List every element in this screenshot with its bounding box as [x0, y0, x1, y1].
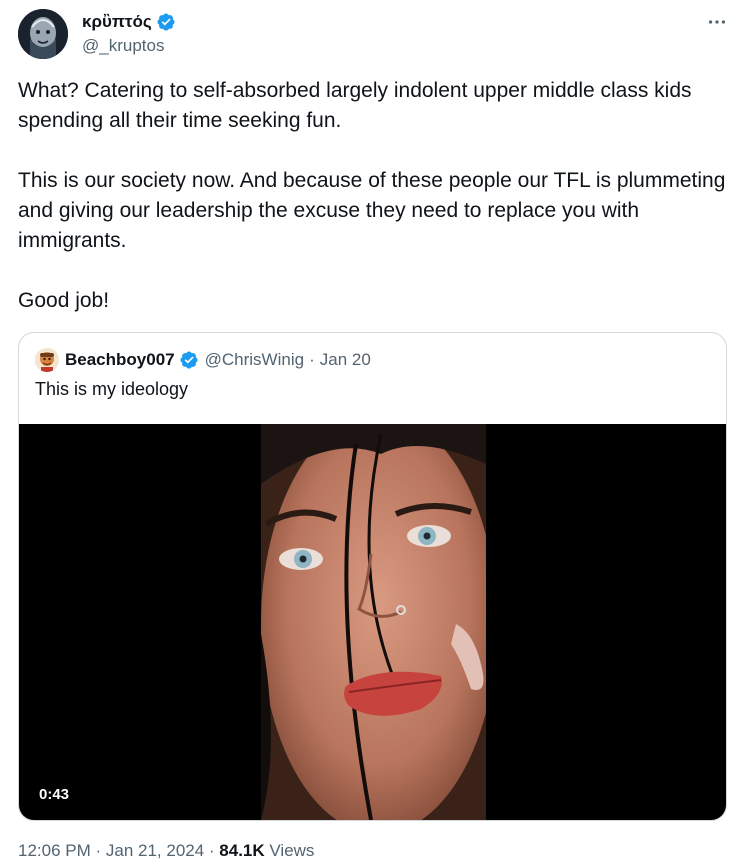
author-handle[interactable]: @_kruptos — [82, 36, 164, 56]
tweet-time[interactable]: 12:06 PM — [18, 841, 91, 860]
tweet-paragraph: This is our society now. And because of … — [18, 169, 726, 252]
more-options-button[interactable] — [705, 10, 729, 34]
tweet-date[interactable]: Jan 21, 2024 — [106, 841, 204, 860]
tweet-meta: 12:06 PM · Jan 21, 2024 · 84.1K Views — [18, 841, 314, 861]
quoted-tweet-card[interactable]: Beachboy007 @ChrisWinig · Jan 20 This is… — [18, 332, 727, 821]
author-display-name[interactable]: κρὒπτός — [82, 12, 152, 32]
quoted-author-handle[interactable]: @ChrisWinig — [205, 350, 304, 370]
video-duration-badge: 0:43 — [33, 784, 76, 805]
quoted-tweet-date[interactable]: Jan 20 — [320, 350, 371, 370]
quoted-author-display-name[interactable]: Beachboy007 — [65, 350, 175, 370]
more-dots-icon — [708, 20, 726, 24]
separator-dot: · — [90, 841, 106, 860]
quoted-tweet-header: Beachboy007 @ChrisWinig · Jan 20 — [35, 347, 371, 373]
tweet-paragraph: What? Catering to self-absorbed largely … — [18, 79, 692, 132]
separator-dot: · — [309, 350, 315, 369]
tweet-paragraph: Good job! — [18, 289, 110, 312]
separator-dot: · — [204, 841, 220, 860]
views-label: Views — [264, 841, 315, 860]
quoted-author-avatar[interactable] — [35, 348, 59, 372]
video-thumbnail — [261, 424, 486, 820]
author-avatar[interactable] — [18, 9, 68, 59]
views-count: 84.1K — [219, 841, 265, 860]
tweet-text: What? Catering to self-absorbed largely … — [18, 76, 730, 316]
verified-badge-icon — [180, 351, 198, 369]
author-name-row[interactable]: κρὒπτός — [82, 10, 176, 34]
verified-badge-icon — [157, 13, 175, 31]
quoted-tweet-text: This is my ideology — [35, 379, 189, 399]
video-player[interactable]: 0:43 — [19, 424, 726, 820]
tweet: κρὒπτός @_kruptos What? Catering to self… — [0, 0, 747, 867]
